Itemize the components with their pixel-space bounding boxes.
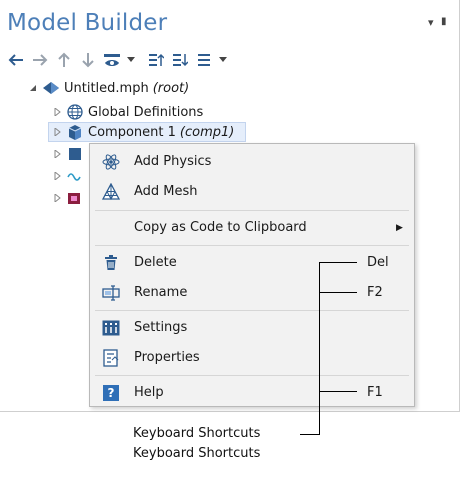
menu-label-delete: Delete [134,255,177,270]
shortcut-rename: F2 [367,285,383,300]
model-root-icon [42,79,60,97]
menu-item-properties[interactable]: Properties [90,343,414,372]
menu-label-rename: Rename [134,285,188,300]
settings-icon [101,318,121,338]
expanded-arrow-icon[interactable] [28,83,38,93]
menu-item-copy-as-code[interactable]: Copy as Code to Clipboard ▶ [90,213,414,242]
collapsed-arrow-icon[interactable] [52,171,62,181]
component-label: Component 1 [88,124,176,140]
globe-icon [66,103,84,121]
arrow-up-icon[interactable] [54,50,74,70]
menu-item-rename[interactable]: Rename F2 [90,278,414,307]
tree-hidden-row-3[interactable] [52,188,88,208]
help-icon: ? [101,383,121,403]
menu-separator [95,375,409,376]
menu-item-settings[interactable]: Settings [90,313,414,342]
leader-vertical-line [319,262,320,435]
eye-filter-icon[interactable] [102,50,122,70]
menu-label-help: Help [134,385,164,400]
list-options-icon[interactable] [194,50,214,70]
context-menu: Add Physics Add Mesh Copy as Code to Cli… [89,143,415,407]
collapsed-arrow-icon[interactable] [52,149,62,159]
menu-label-copy-as-code: Copy as Code to Clipboard [134,220,307,235]
results-icon [66,189,84,207]
mesh-icon [101,182,121,202]
model-builder-panel: Model Builder ▾ ▮ Untitled.mph (root) Gl… [0,0,460,435]
tree-component[interactable]: Component 1 (comp1) [48,122,246,142]
menu-separator [95,245,409,246]
arrow-left-icon[interactable] [6,50,26,70]
tree-root[interactable]: Untitled.mph (root) [28,78,189,98]
root-suffix: (root) [152,80,190,96]
leader-line-callout [300,434,320,435]
submenu-arrow-icon: ▶ [396,222,403,233]
help-icon-glyph: ? [103,384,119,401]
collapsed-arrow-icon[interactable] [52,107,62,117]
annotation-label: Keyboard Shortcuts [133,426,261,441]
tree-global-definitions[interactable]: Global Definitions [52,102,203,122]
expand-all-icon[interactable] [146,50,166,70]
component-cube-icon [66,123,84,141]
physics-icon [101,152,121,172]
annotation-label-repeat: Keyboard Shortcuts [133,446,261,461]
leader-line-delete [319,262,357,263]
tree-hidden-row-1[interactable] [52,144,88,164]
collapsed-arrow-icon[interactable] [52,127,62,137]
dropdown-icon[interactable] [126,50,136,70]
collapse-all-icon[interactable] [170,50,190,70]
panel-title: Model Builder [7,10,168,36]
shortcut-help: F1 [367,385,383,400]
collapsed-arrow-icon[interactable] [52,193,62,203]
properties-icon [101,348,121,368]
results-wave-icon [66,167,84,185]
menu-item-add-mesh[interactable]: Add Mesh [90,177,414,206]
panel-pin-icon[interactable]: ▮ [441,16,447,27]
menu-label-settings: Settings [134,320,188,335]
root-label: Untitled.mph [64,80,149,96]
shortcut-delete: Del [367,255,389,270]
trash-icon [101,253,121,273]
tree-hidden-row-2[interactable] [52,166,88,186]
component-suffix: (comp1) [179,124,235,140]
menu-item-help[interactable]: ? Help F1 [90,378,414,407]
arrow-right-icon[interactable] [30,50,50,70]
toolbar [6,49,232,71]
menu-label-add-physics: Add Physics [134,154,212,169]
menu-separator [95,310,409,311]
menu-item-delete[interactable]: Delete Del [90,248,414,277]
arrow-down-icon[interactable] [78,50,98,70]
dropdown-icon[interactable] [218,50,228,70]
leader-line-rename [319,292,357,293]
leader-line-help [319,391,357,392]
rename-icon [101,283,121,303]
global-definitions-label: Global Definitions [88,104,204,120]
study-icon [66,145,84,163]
menu-item-add-physics[interactable]: Add Physics [90,147,414,176]
menu-label-properties: Properties [134,350,200,365]
menu-label-add-mesh: Add Mesh [134,184,198,199]
panel-menu-dropdown[interactable]: ▾ [428,16,434,29]
menu-separator [95,210,409,211]
